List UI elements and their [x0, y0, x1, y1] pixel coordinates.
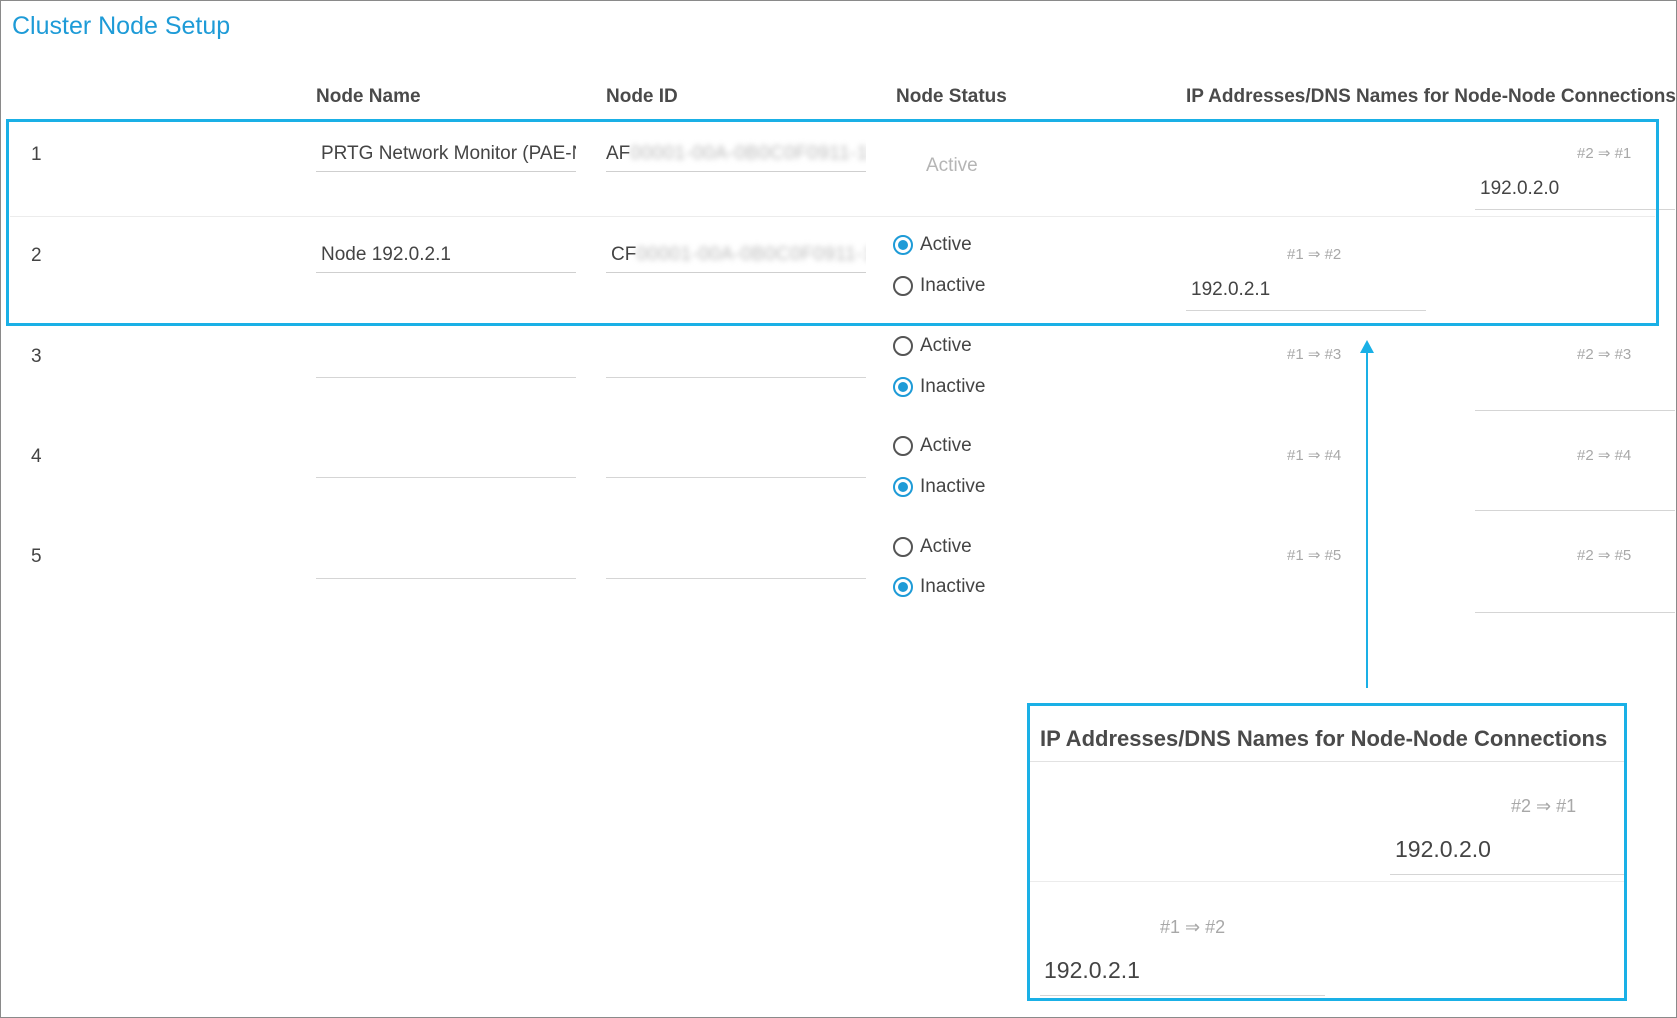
highlight-box-rows — [6, 119, 1659, 326]
connection-ip-input[interactable] — [1475, 612, 1675, 613]
status-active-radio[interactable]: Active — [893, 536, 972, 558]
column-header-node-status: Node Status — [896, 86, 1007, 107]
page-title: Cluster Node Setup — [12, 12, 231, 40]
column-header-node-name: Node Name — [316, 86, 421, 107]
radio-unchecked-icon — [893, 537, 913, 557]
zoom-heading: IP Addresses/DNS Names for Node-Node Con… — [1040, 726, 1608, 751]
status-active-radio[interactable]: Active — [893, 435, 972, 457]
zoom-connection-ip: 192.0.2.1 — [1044, 957, 1140, 983]
connection-label: #1 ⇒ #5 — [1287, 547, 1342, 564]
node-id-field — [606, 578, 866, 579]
zoom-divider — [1030, 881, 1624, 882]
callout-arrow-icon — [1360, 340, 1374, 688]
input-underline — [1040, 995, 1325, 996]
radio-unchecked-icon — [893, 336, 913, 356]
radio-checked-icon — [893, 477, 913, 497]
column-header-connections: IP Addresses/DNS Names for Node-Node Con… — [1186, 86, 1676, 107]
connection-ip-input[interactable] — [1475, 410, 1675, 411]
connection-label: #1 ⇒ #3 — [1287, 346, 1342, 363]
status-inactive-radio[interactable]: Inactive — [893, 576, 985, 598]
input-underline — [1390, 874, 1624, 875]
node-id-field — [606, 477, 866, 478]
zoom-connection-label: #2 ⇒ #1 — [1511, 796, 1577, 816]
zoom-connection-ip: 192.0.2.0 — [1395, 836, 1491, 862]
status-inactive-radio[interactable]: Inactive — [893, 476, 985, 498]
zoom-divider — [1030, 761, 1624, 762]
node-name-input[interactable] — [316, 377, 576, 378]
radio-checked-icon — [893, 377, 913, 397]
node-name-input[interactable] — [316, 477, 576, 478]
column-header-node-id: Node ID — [606, 86, 678, 107]
row-number: 4 — [31, 446, 42, 467]
connection-label: #2 ⇒ #3 — [1577, 346, 1632, 363]
status-active-radio[interactable]: Active — [893, 335, 972, 357]
connection-label: #1 ⇒ #4 — [1287, 447, 1342, 464]
row-number: 5 — [31, 546, 42, 567]
zoom-callout-panel: IP Addresses/DNS Names for Node-Node Con… — [1027, 703, 1627, 1001]
radio-checked-icon — [893, 577, 913, 597]
zoom-connection-label: #1 ⇒ #2 — [1160, 917, 1226, 937]
node-name-input[interactable] — [316, 578, 576, 579]
node-id-field — [606, 377, 866, 378]
status-inactive-radio[interactable]: Inactive — [893, 376, 985, 398]
radio-unchecked-icon — [893, 436, 913, 456]
connection-ip-input[interactable] — [1475, 510, 1675, 511]
connection-label: #2 ⇒ #5 — [1577, 547, 1632, 564]
connection-label: #2 ⇒ #4 — [1577, 447, 1632, 464]
row-number: 3 — [31, 346, 42, 367]
